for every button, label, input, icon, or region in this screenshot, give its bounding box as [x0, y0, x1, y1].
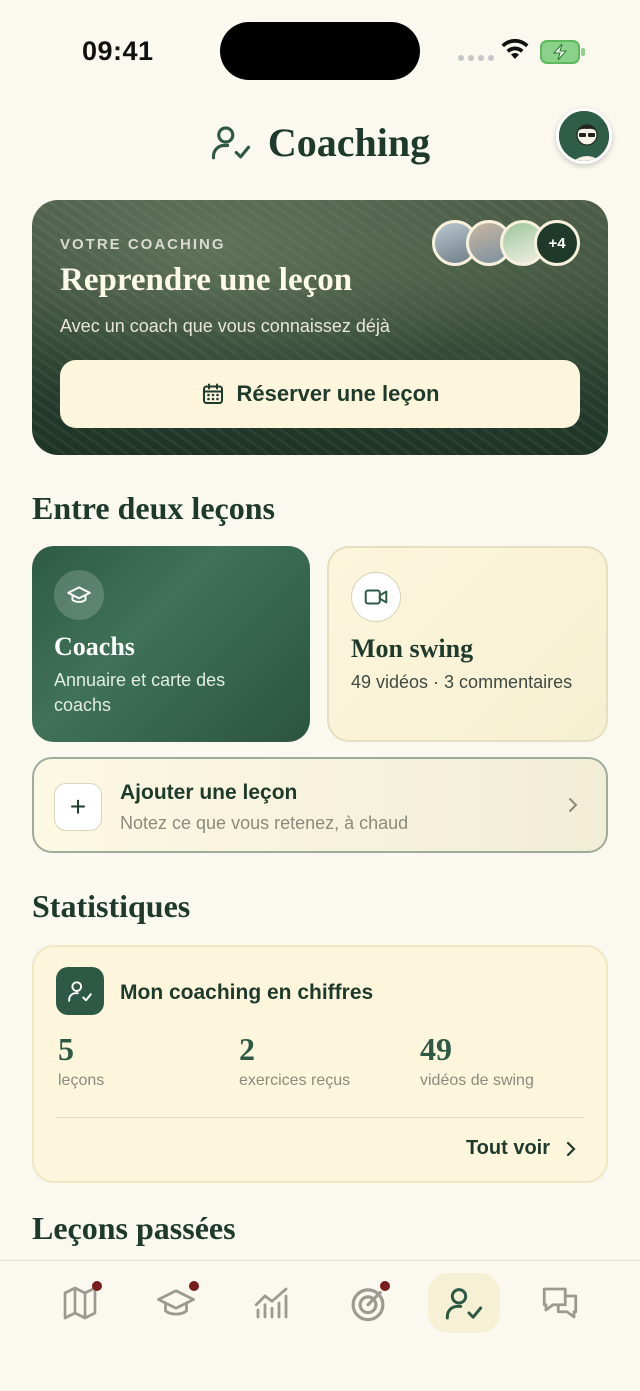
book-lesson-button[interactable]: Réserver une leçon [60, 360, 580, 428]
signal-icon [458, 55, 494, 61]
dynamic-island [220, 22, 420, 80]
stat-label: exercices reçus [239, 1072, 351, 1089]
tab-stats[interactable] [236, 1273, 308, 1333]
more-coaches-badge: +4 [534, 220, 580, 266]
notification-dot [92, 1281, 102, 1291]
section-title-statistics: Statistiques [32, 888, 191, 924]
notification-dot [189, 1281, 199, 1291]
divider [56, 1117, 584, 1118]
user-check-icon [211, 126, 250, 160]
stat-value: 2 [239, 1031, 255, 1067]
stat-label: vidéos de swing [420, 1072, 534, 1089]
coachs-title: Coachs [54, 632, 135, 661]
profile-avatar[interactable] [556, 108, 612, 164]
tab-learning[interactable] [140, 1273, 212, 1333]
chevron-right-icon [569, 798, 578, 812]
calendar-icon [202, 383, 223, 404]
video-camera-icon [351, 572, 401, 622]
stat-label: leçons [58, 1072, 105, 1089]
chevron-right-icon [566, 1141, 576, 1156]
add-lesson-desc: Notez ce que vous retenez, à chaud [120, 813, 409, 833]
page-title: Coaching [267, 119, 431, 165]
user-check-icon [56, 967, 104, 1015]
wifi-icon [501, 38, 529, 59]
status-time: 09:41 [82, 36, 154, 66]
stat-value: 49 [420, 1031, 452, 1067]
hero-eyebrow: VOTRE COACHING [60, 236, 226, 253]
stats-chart-icon [254, 1287, 288, 1319]
graduation-cap-icon [54, 570, 104, 620]
coachs-desc: Annuaire et carte des coachs [54, 670, 226, 715]
see-all-link[interactable]: Tout voir [466, 1137, 578, 1160]
page-header: Coaching [0, 112, 640, 172]
tab-map[interactable] [44, 1273, 116, 1333]
resume-lesson-card: VOTRE COACHING Reprendre une leçon Avec … [32, 200, 608, 455]
stat-swing-videos: 49 vidéos de swing [420, 1031, 534, 1090]
section-title-past-lessons: Leçons passées [32, 1210, 236, 1246]
tab-bar [0, 1260, 640, 1391]
stat-value: 5 [58, 1031, 74, 1067]
tab-target[interactable] [332, 1273, 404, 1333]
stats-card-title: Mon coaching en chiffres [120, 981, 374, 1004]
stat-exercises: 2 exercices reçus [239, 1031, 350, 1090]
stats-card: Mon coaching en chiffres 5 leçons 2 exer… [32, 945, 608, 1183]
add-lesson-row[interactable]: + Ajouter une leçon Notez ce que vous re… [32, 757, 608, 853]
hero-subtitle: Avec un coach que vous connaissez déjà [60, 316, 390, 336]
see-all-label: Tout voir [465, 1137, 550, 1159]
hero-heading: Reprendre une leçon [60, 262, 353, 298]
tab-messages[interactable] [524, 1273, 596, 1333]
my-swing-tile[interactable]: Mon swing 49 vidéos · 3 commentaires [327, 546, 608, 742]
coachs-tile[interactable]: Coachs Annuaire et carte des coachs [32, 546, 310, 742]
battery-icon [540, 40, 585, 64]
section-title-between-lessons: Entre deux leçons [32, 490, 275, 526]
add-lesson-title: Ajouter une leçon [120, 781, 298, 804]
book-lesson-label: Réserver une leçon [236, 381, 440, 406]
chat-bubbles-icon [542, 1287, 578, 1319]
stat-lessons: 5 leçons [58, 1031, 104, 1090]
user-check-icon [445, 1288, 483, 1320]
my-swing-desc: 49 vidéos · 3 commentaires [351, 672, 573, 692]
coach-avatar-stack[interactable]: +4 [432, 220, 580, 266]
tab-coaching[interactable] [428, 1273, 500, 1333]
my-swing-title: Mon swing [351, 634, 474, 663]
notification-dot [380, 1281, 390, 1291]
plus-icon: + [54, 783, 102, 831]
